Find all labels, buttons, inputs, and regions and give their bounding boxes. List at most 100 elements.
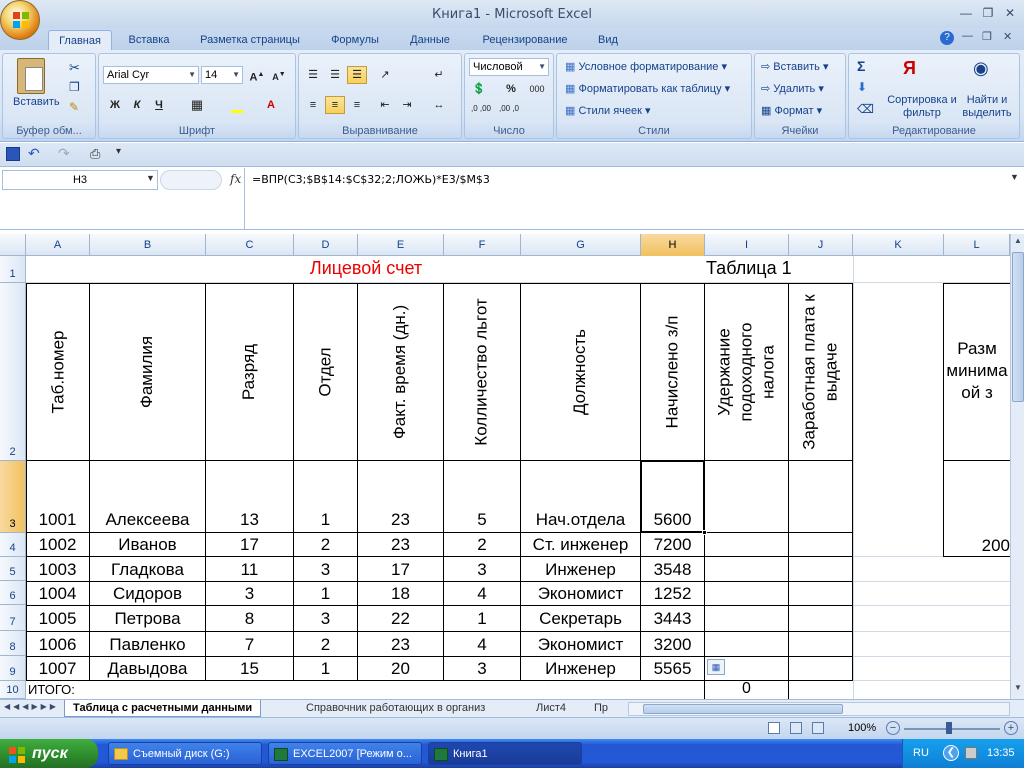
cell-actual-time[interactable]: 22 [358, 607, 443, 631]
cell-tab-number[interactable]: 1003 [26, 558, 89, 581]
col-header-f[interactable]: F [444, 234, 521, 256]
sort-filter-icon[interactable]: Я [903, 58, 916, 79]
cell-grade[interactable]: 11 [206, 558, 293, 581]
cell-department[interactable]: 1 [294, 582, 357, 605]
sheet-tab-calc[interactable]: Таблица с расчетными данными [64, 700, 262, 717]
conditional-format-button[interactable]: ▦ Условное форматирование ▾ [565, 60, 727, 73]
vertical-scroll-thumb[interactable] [1012, 252, 1024, 402]
merge-center-icon[interactable]: ↔ [429, 96, 449, 114]
cell-department[interactable]: 2 [294, 534, 357, 556]
tab-formulas[interactable]: Формулы [322, 30, 388, 50]
cell-position[interactable]: Секретарь [521, 607, 640, 631]
row-header-10[interactable]: 10 [0, 681, 26, 699]
select-all-corner[interactable] [0, 234, 26, 256]
paste-button[interactable]: Вставить [13, 96, 60, 108]
cell-tab-number[interactable]: 1005 [26, 607, 89, 631]
row-header-8[interactable]: 8 [0, 631, 26, 656]
cell-position[interactable]: Экономист [521, 633, 640, 656]
page-layout-view-icon[interactable] [790, 722, 802, 734]
cell-tab-number[interactable]: 1004 [26, 582, 89, 605]
name-box[interactable]: H3 [2, 170, 158, 190]
sheet-tab-pr[interactable]: Пр [586, 700, 616, 717]
cell-tab-number[interactable]: 1001 [26, 508, 89, 532]
cell-department[interactable]: 3 [294, 558, 357, 581]
close-button[interactable]: ✕ [999, 4, 1021, 22]
cell-accrued-salary[interactable]: 3200 [641, 633, 704, 656]
find-select-button[interactable]: Найти и выделить [959, 94, 1015, 120]
cut-icon[interactable]: ✂ [69, 60, 80, 76]
row-header-1[interactable]: 1 [0, 256, 26, 283]
fill-color-icon[interactable] [227, 96, 247, 114]
cell-accrued-salary[interactable]: 3443 [641, 607, 704, 631]
cell-department[interactable]: 1 [294, 508, 357, 532]
zoom-slider[interactable] [904, 728, 1000, 730]
shrink-font-button[interactable]: A▼ [269, 66, 289, 84]
col-header-h[interactable]: H [641, 234, 705, 256]
bold-button[interactable]: Ж [105, 96, 125, 114]
cell-position[interactable]: Нач.отдела [521, 508, 640, 532]
align-center-icon[interactable]: ≡ [325, 96, 345, 114]
thousands-icon[interactable]: 000 [525, 80, 549, 98]
wrap-text-icon[interactable]: ↵ [429, 66, 449, 84]
task-excel2007[interactable]: EXCEL2007 [Режим о... [268, 742, 422, 765]
formula-splitter[interactable] [160, 170, 222, 190]
format-cells-button[interactable]: ▦ Формат ▾ [761, 104, 822, 117]
cell-grade[interactable]: 3 [206, 582, 293, 605]
sheet-nav-icon[interactable]: ◀◀◀▶▶▶ [4, 702, 59, 711]
cell-grade[interactable]: 7 [206, 633, 293, 656]
orientation-icon[interactable]: ↗ [375, 66, 395, 84]
cell-benefits[interactable]: 2 [444, 534, 520, 556]
cell-benefits[interactable]: 1 [444, 607, 520, 631]
tray-expand-icon[interactable]: ❮ [943, 745, 959, 761]
cell-tab-number[interactable]: 1002 [26, 534, 89, 556]
tab-view[interactable]: Вид [588, 30, 628, 50]
horizontal-scrollbar[interactable] [628, 702, 1010, 716]
cell-actual-time[interactable]: 18 [358, 582, 443, 605]
paste-icon[interactable] [17, 58, 45, 94]
cell-position[interactable]: Экономист [521, 582, 640, 605]
align-right-icon[interactable]: ≡ [347, 96, 367, 114]
italic-button[interactable]: К [127, 96, 147, 114]
cell-surname[interactable]: Сидоров [90, 582, 205, 605]
tray-app-icon[interactable] [965, 747, 977, 759]
cell-department[interactable]: 2 [294, 633, 357, 656]
col-header-d[interactable]: D [294, 234, 358, 256]
insert-function-icon[interactable]: fx [230, 172, 241, 186]
cell-grade[interactable]: 15 [206, 658, 293, 680]
task-book1[interactable]: Книга1 [428, 742, 582, 765]
tab-insert[interactable]: Вставка [120, 30, 178, 50]
col-header-l[interactable]: L [944, 234, 1010, 256]
ribbon-restore-button[interactable]: ❐ [982, 30, 992, 43]
col-header-i[interactable]: I [705, 234, 789, 256]
customize-qat-icon[interactable]: ▾ [116, 146, 121, 157]
cell-position[interactable]: Ст. инженер [521, 534, 640, 556]
cell-accrued-salary[interactable]: 7200 [641, 534, 704, 556]
cell-benefits[interactable]: 5 [444, 508, 520, 532]
row-header-6[interactable]: 6 [0, 581, 26, 605]
decrease-indent-icon[interactable]: ⇤ [375, 96, 395, 114]
sheet-tab-list4[interactable]: Лист4 [528, 700, 574, 717]
cell-accrued-salary[interactable]: 5600 [641, 508, 704, 532]
font-name-combo[interactable]: Arial Cyr ▼ [103, 66, 199, 84]
row-header-3[interactable]: 3 [0, 461, 26, 533]
start-button[interactable]: пуск [0, 739, 98, 768]
cell-tab-number[interactable]: 1007 [26, 658, 89, 680]
office-button[interactable] [0, 0, 40, 40]
cell-surname[interactable]: Гладкова [90, 558, 205, 581]
col-header-c[interactable]: C [206, 234, 294, 256]
cell-benefits[interactable]: 4 [444, 633, 520, 656]
copy-icon[interactable]: ❐ [69, 80, 80, 94]
row-header-4[interactable]: 4 [0, 533, 26, 557]
grow-font-button[interactable]: A▲ [247, 66, 267, 84]
cell-surname[interactable]: Петрова [90, 607, 205, 631]
cell-grade[interactable]: 13 [206, 508, 293, 532]
row-header-9[interactable]: 9 [0, 656, 26, 681]
cell-tab-number[interactable]: 1006 [26, 633, 89, 656]
cell-surname[interactable]: Павленко [90, 633, 205, 656]
binoculars-icon[interactable]: ◉ [973, 58, 989, 79]
autosum-icon[interactable]: Σ [857, 58, 865, 74]
zoom-out-icon[interactable]: − [886, 721, 900, 735]
cell-department[interactable]: 3 [294, 607, 357, 631]
font-size-combo[interactable]: 14 ▼ [201, 66, 243, 84]
cell-surname[interactable]: Давыдова [90, 658, 205, 680]
